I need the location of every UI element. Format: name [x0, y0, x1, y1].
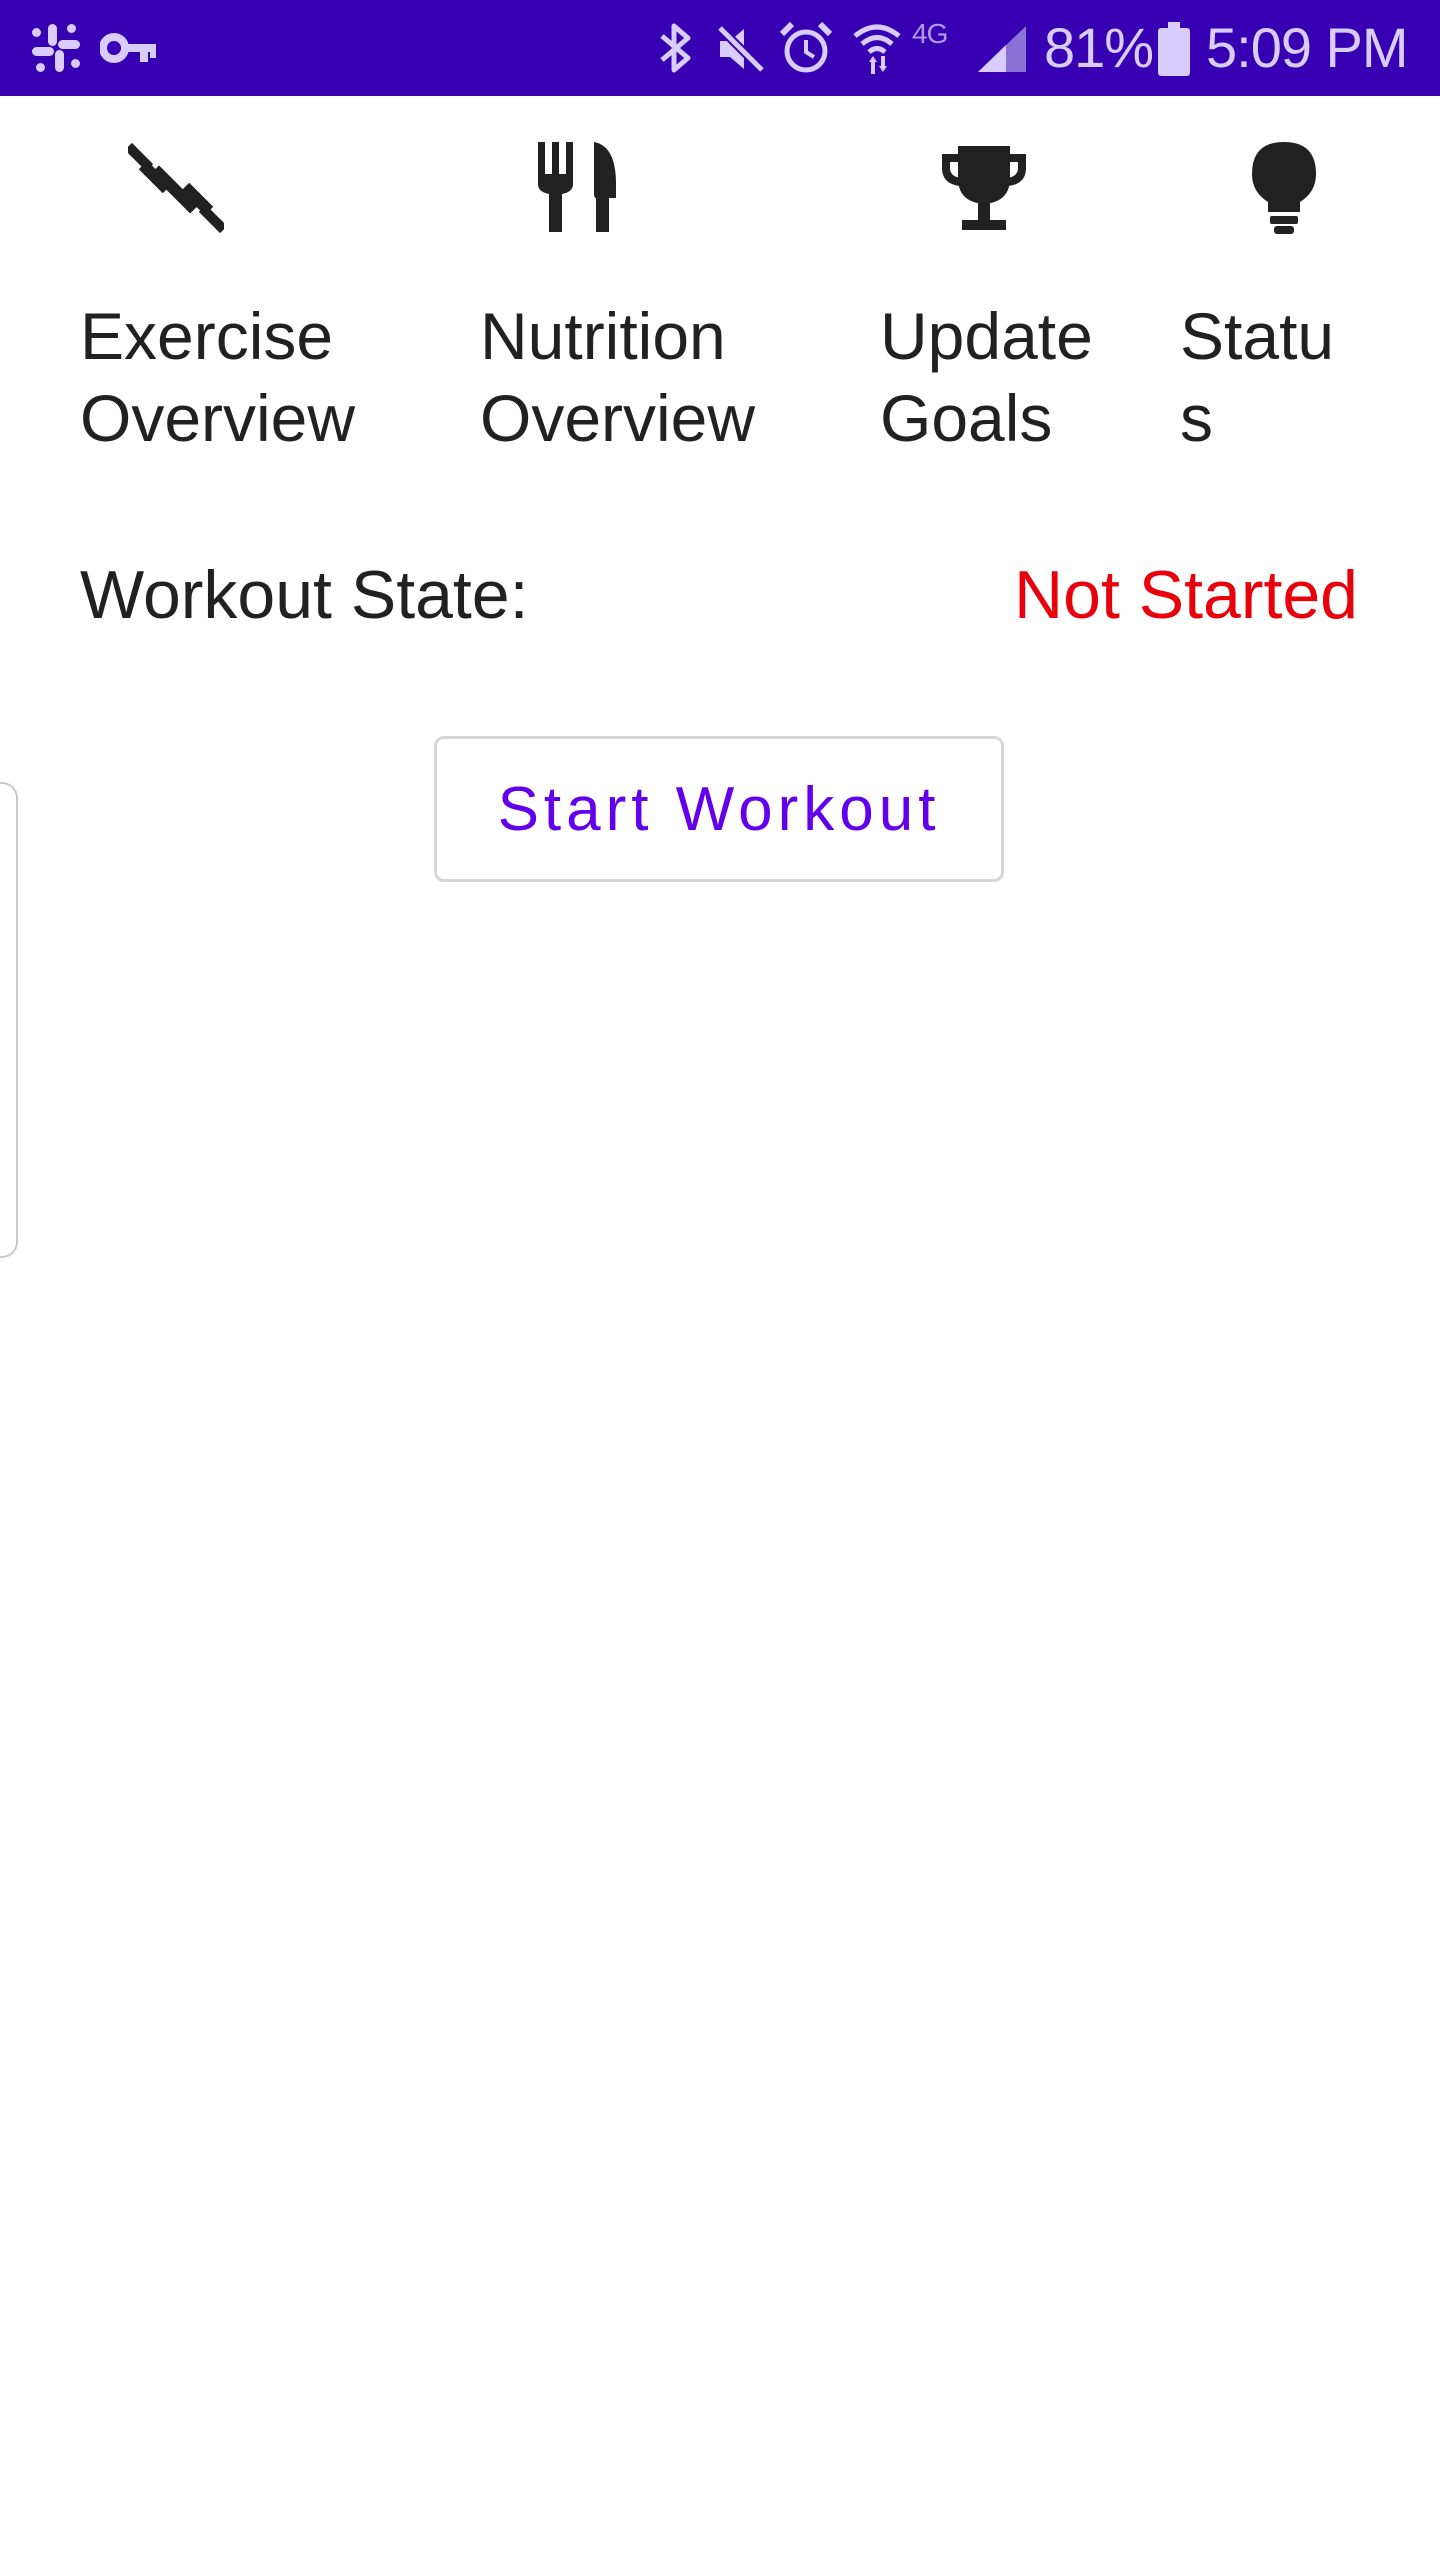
- battery-percent: 81%: [1044, 16, 1154, 79]
- nav-label-status: Statu s: [1180, 299, 1335, 455]
- workout-state-value: Not Started: [1014, 557, 1358, 633]
- edge-panel-handle[interactable]: [0, 782, 18, 1258]
- nav-status[interactable]: Statu s: [1180, 130, 1400, 470]
- lightbulb-icon: [1236, 140, 1332, 236]
- battery-icon: [1158, 22, 1190, 76]
- alarm-icon: [778, 20, 834, 76]
- bluetooth-icon: [656, 20, 696, 76]
- wifi-icon: [852, 20, 902, 76]
- fork-knife-icon: [532, 140, 628, 236]
- status-bar: 4G 81% 5:09 PM: [0, 0, 1440, 96]
- nav-label-exercise: Exercise Overview: [80, 299, 356, 455]
- nav-exercise-overview[interactable]: Exercise Overview: [80, 130, 380, 470]
- cell-signal-icon: [976, 24, 1028, 74]
- workout-state-label: Workout State:: [80, 557, 529, 633]
- clock-time: 5:09 PM: [1206, 16, 1409, 79]
- slack-icon: [30, 22, 82, 74]
- nav-update-goals[interactable]: Update Goals: [880, 130, 1120, 470]
- trophy-icon: [936, 140, 1032, 236]
- nav-label-nutrition: Nutrition Overview: [480, 299, 756, 455]
- nav-nutrition-overview[interactable]: Nutrition Overview: [480, 130, 780, 470]
- dumbbell-icon: [128, 140, 224, 236]
- network-type-badge: 4G: [912, 18, 948, 49]
- nav-label-goals: Update Goals: [880, 299, 1093, 455]
- mute-icon: [714, 22, 768, 76]
- vpn-key-icon: [100, 30, 160, 66]
- start-workout-button[interactable]: Start Workout: [434, 736, 1004, 882]
